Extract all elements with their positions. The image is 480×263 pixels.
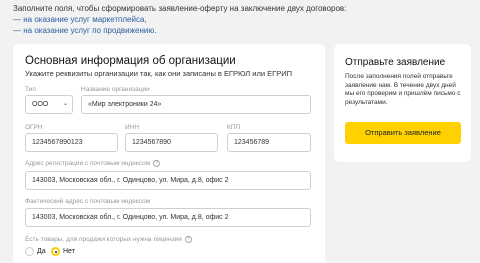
chevron-down-icon: ⌄ [62,101,68,107]
org-name-input[interactable]: «Мир электроники 24» [81,95,311,114]
reg-address-label: Адрес регистрации с почтовым индексом? [25,160,161,167]
option-yes-label: Да [37,248,46,255]
type-select[interactable]: ООО ⌄ [25,95,73,114]
marketplace-services-link[interactable]: — на оказание услуг маркетплейса, [13,14,346,25]
organization-form-card: Основная информация об организации Укажи… [13,44,325,263]
license-no-radio[interactable]: Нет [51,247,75,256]
inn-input[interactable]: 1234567890 [125,133,218,152]
help-icon[interactable]: ? [184,236,192,243]
fact-address-input[interactable]: 143003, Московская обл., г. Одинцово, ул… [25,208,311,227]
license-yes-radio[interactable]: Да [25,247,46,256]
radio-circle-icon [25,247,34,256]
intro-text: Заполните поля, чтобы сформировать заявл… [13,4,347,13]
submit-title: Отправьте заявление [345,57,446,68]
inn-label: ИНН [125,124,140,131]
submit-panel: Отправьте заявление После заполнения пол… [334,44,471,162]
license-label: Есть товары, для продажи которых нужна л… [25,236,192,243]
help-icon[interactable]: ? [153,160,161,167]
promotion-services-link[interactable]: — на оказание услуг по продвижению. [13,25,346,36]
form-title: Основная информация об организации [25,55,236,67]
reg-address-input[interactable]: 143003, Московская обл., г. Одинцово, ул… [25,171,311,190]
submit-application-button[interactable]: Отправить заявление [345,122,461,144]
fact-address-label: Фактический адрес с почтовым индексом [25,198,151,205]
submit-description: После заполнения полей отправьте заявлен… [345,73,461,106]
kpp-input[interactable]: 123456789 [227,133,311,152]
intro-block: Заполните поля, чтобы сформировать заявл… [13,3,346,36]
radio-selected-icon [51,247,60,256]
option-no-label: Нет [63,248,75,255]
type-label: Тип [25,86,36,93]
kpp-label: КПП [227,124,241,131]
form-subtitle: Укажите реквизиты организации так, как о… [25,69,292,78]
type-value: ООО [32,101,49,108]
org-name-label: Название организации [81,86,150,93]
ogrn-label: ОГРН [25,124,43,131]
ogrn-input[interactable]: 1234567890123 [25,133,118,152]
